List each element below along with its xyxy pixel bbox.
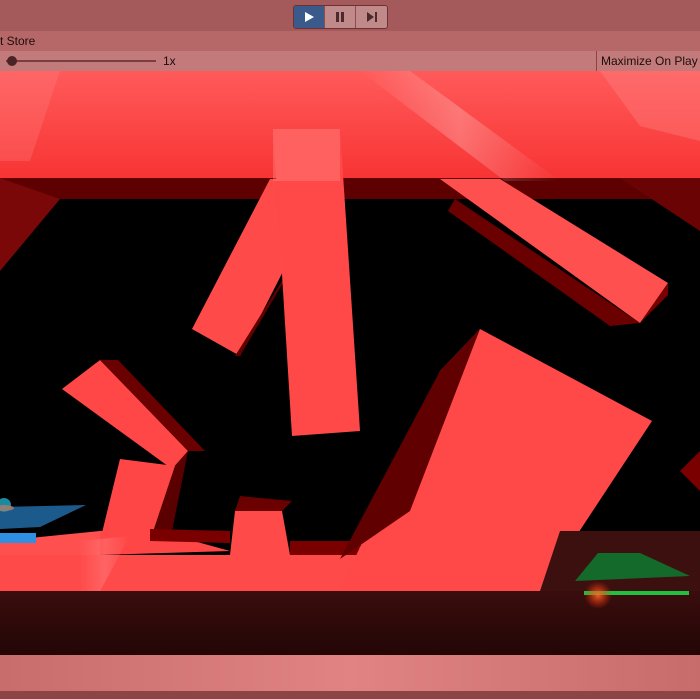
pause-icon xyxy=(336,12,344,22)
play-button[interactable] xyxy=(294,6,325,28)
game-view-viewport[interactable] xyxy=(0,71,700,655)
maximize-on-play-label: Maximize On Play xyxy=(601,54,698,68)
scale-slider-track[interactable] xyxy=(6,60,156,62)
ceiling-block xyxy=(0,71,700,178)
game-scene xyxy=(0,71,700,655)
maximize-on-play-button[interactable]: Maximize On Play xyxy=(596,51,700,71)
scale-slider-thumb[interactable] xyxy=(7,56,17,66)
small-step-block xyxy=(230,511,290,555)
tab-asset-store[interactable]: t Store xyxy=(0,34,35,48)
play-icon xyxy=(305,12,314,22)
bottom-edge-strip xyxy=(0,691,700,699)
bottom-panel xyxy=(0,655,700,699)
step-button[interactable] xyxy=(356,6,387,28)
play-mode-toolbar xyxy=(0,0,700,32)
step-icon xyxy=(366,12,377,22)
scale-value: 1x xyxy=(163,54,176,68)
goal-light xyxy=(584,581,612,609)
tab-bar: t Store xyxy=(0,31,700,52)
pause-button[interactable] xyxy=(325,6,356,28)
game-view-control-bar: 1x Maximize On Play xyxy=(0,51,700,72)
play-controls xyxy=(293,5,388,29)
